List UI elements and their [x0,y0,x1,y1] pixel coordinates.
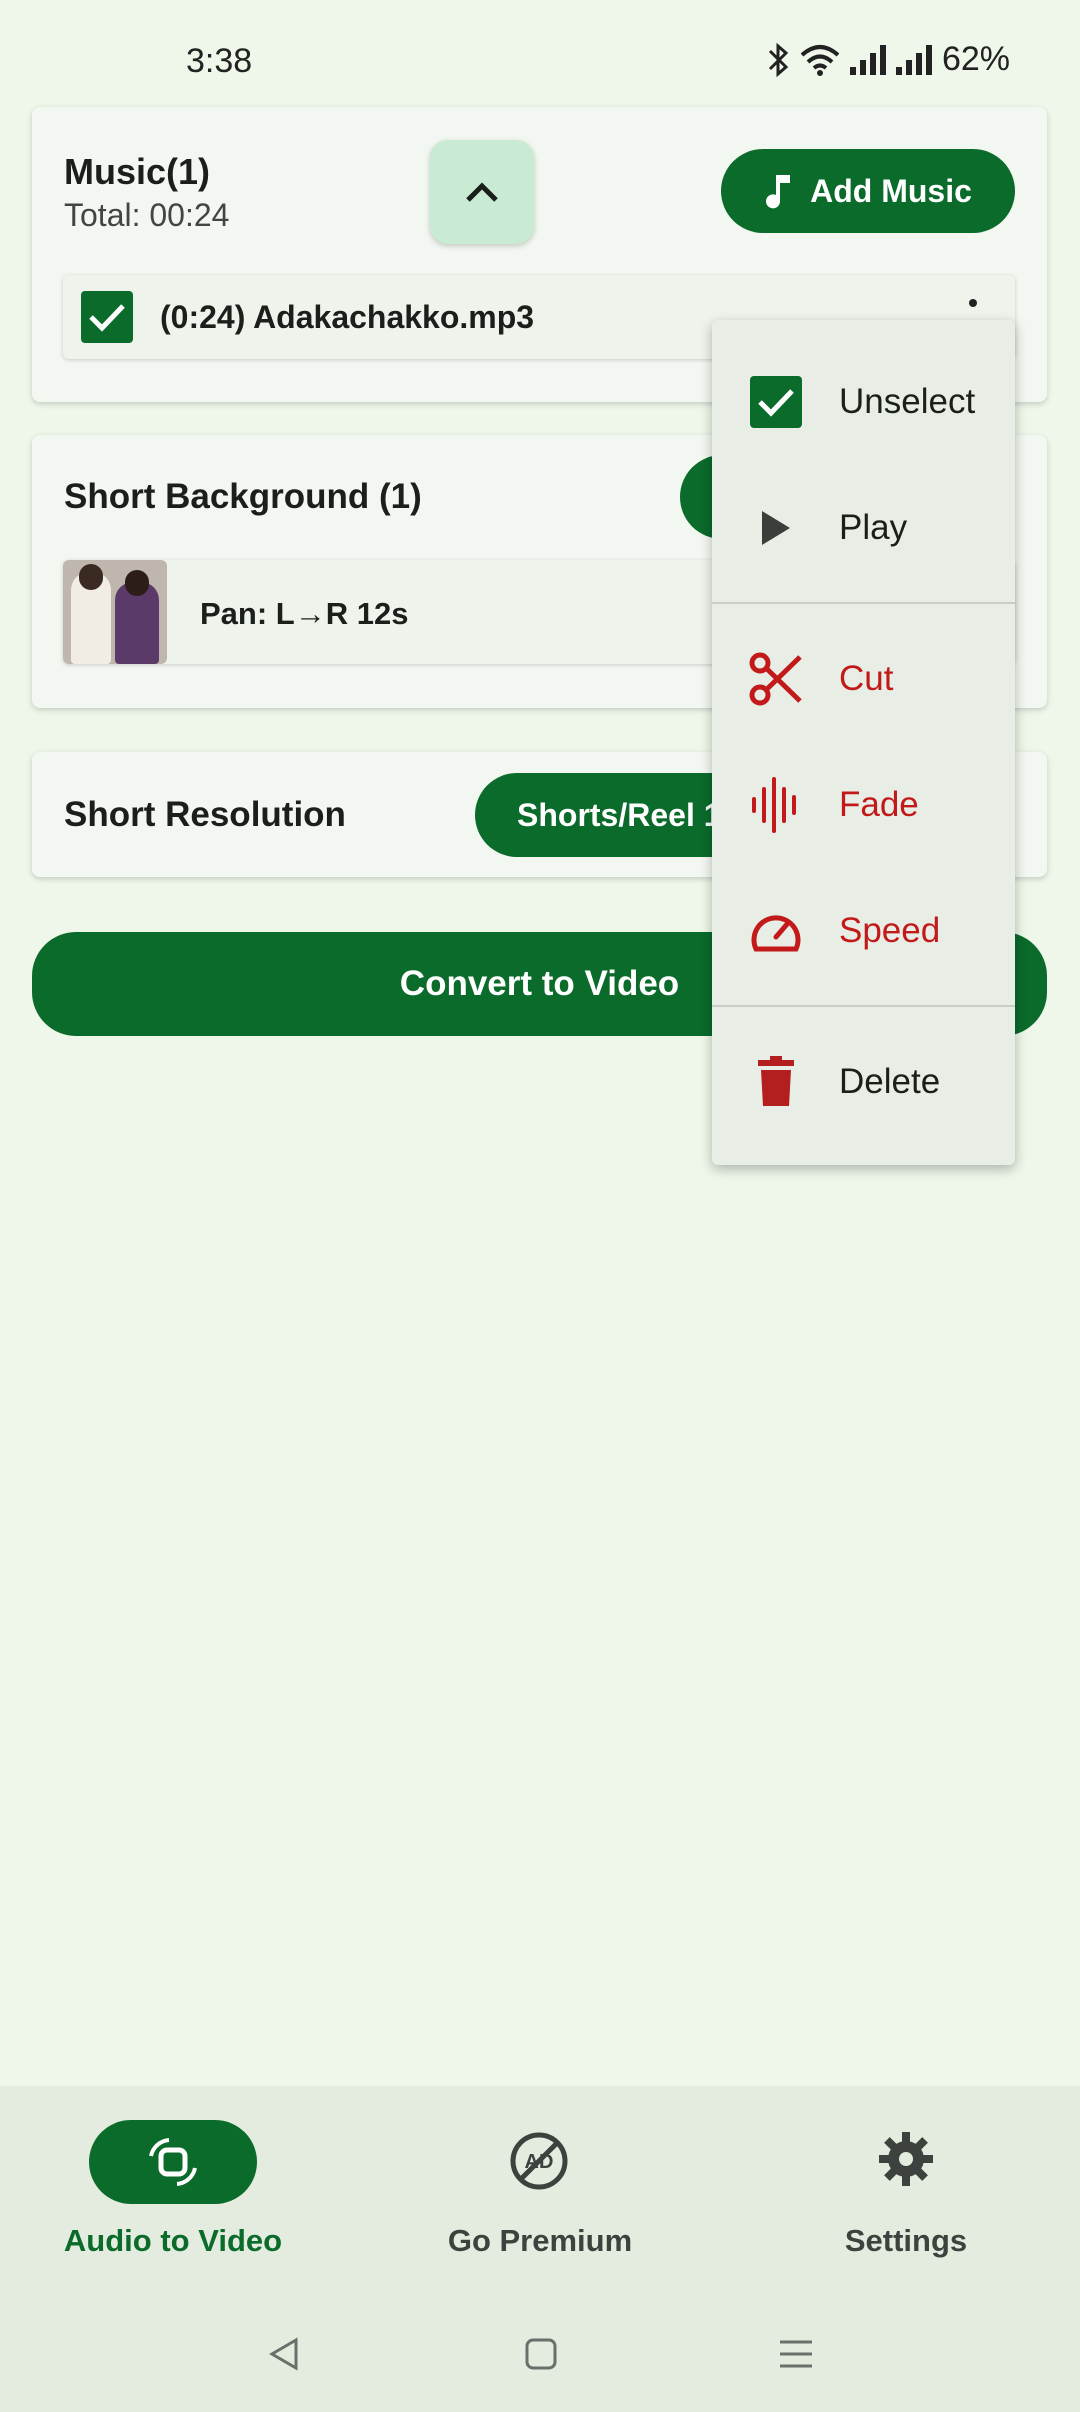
signal-icon [849,44,886,75]
menu-item-play[interactable]: Play [712,473,1015,583]
checkbox-checked-icon [748,374,804,430]
music-total: Total: 00:24 [64,197,230,233]
track-checkbox[interactable] [81,291,133,343]
convert-icon [149,2138,197,2186]
chevron-up-icon [466,182,498,202]
waveform-icon [748,777,804,833]
recents-icon[interactable] [778,2336,814,2372]
status-icons: 62% [766,40,1010,79]
background-thumbnail [63,560,167,664]
menu-divider-2 [712,1005,1015,1007]
speedometer-icon [748,903,804,959]
home-icon[interactable] [523,2336,559,2372]
menu-label-speed: Speed [839,911,941,950]
convert-label: Convert to Video [399,964,680,1003]
nav-go-premium[interactable]: AD Go Premium [410,2120,670,2300]
menu-item-unselect[interactable]: Unselect [712,347,1015,457]
nav-settings[interactable]: Settings [776,2120,1036,2300]
music-title: Music(1) [64,151,211,192]
menu-item-delete[interactable]: Delete [712,1027,1015,1137]
nav-label-settings: Settings [844,2223,968,2258]
play-icon [748,500,804,556]
scissors-icon [748,651,804,707]
track-name: (0:24) Adakachakko.mp3 [160,299,535,335]
gear-icon [879,2132,933,2186]
bluetooth-icon [768,42,789,77]
wifi-icon [800,44,840,76]
collapse-button[interactable] [430,140,534,244]
background-item-label: Pan: L→R 12s [200,596,409,631]
nav-active-indicator [89,2120,257,2204]
track-options-menu: Unselect Play Cut Fade Speed Delete [712,320,1015,1165]
menu-divider [712,602,1015,604]
menu-label-fade: Fade [839,785,919,824]
no-ads-icon: AD [510,2132,568,2190]
background-title: Short Background (1) [64,477,422,516]
nav-label-go-premium: Go Premium [447,2223,633,2258]
trash-icon [748,1054,804,1110]
more-options-icon[interactable] [963,295,983,315]
menu-item-cut[interactable]: Cut [712,624,1015,734]
menu-label-cut: Cut [839,659,894,698]
menu-item-speed[interactable]: Speed [712,876,1015,986]
resolution-value: Shorts/Reel 1 [517,796,722,833]
signal-icon-2 [895,44,932,75]
menu-label-unselect: Unselect [839,382,976,421]
battery-percent: 62% [941,40,1010,78]
back-icon[interactable] [266,2336,302,2372]
menu-label-play: Play [839,508,908,547]
menu-item-fade[interactable]: Fade [712,750,1015,860]
status-time: 3:38 [186,42,253,80]
menu-label-delete: Delete [839,1062,941,1101]
nav-audio-to-video[interactable]: Audio to Video [40,2120,300,2300]
check-icon [89,304,125,332]
resolution-title: Short Resolution [64,795,346,834]
music-note-icon [766,175,791,209]
add-music-label: Add Music [810,172,972,209]
nav-label-audio-to-video: Audio to Video [63,2223,283,2258]
add-music-button[interactable]: Add Music [721,149,1015,233]
